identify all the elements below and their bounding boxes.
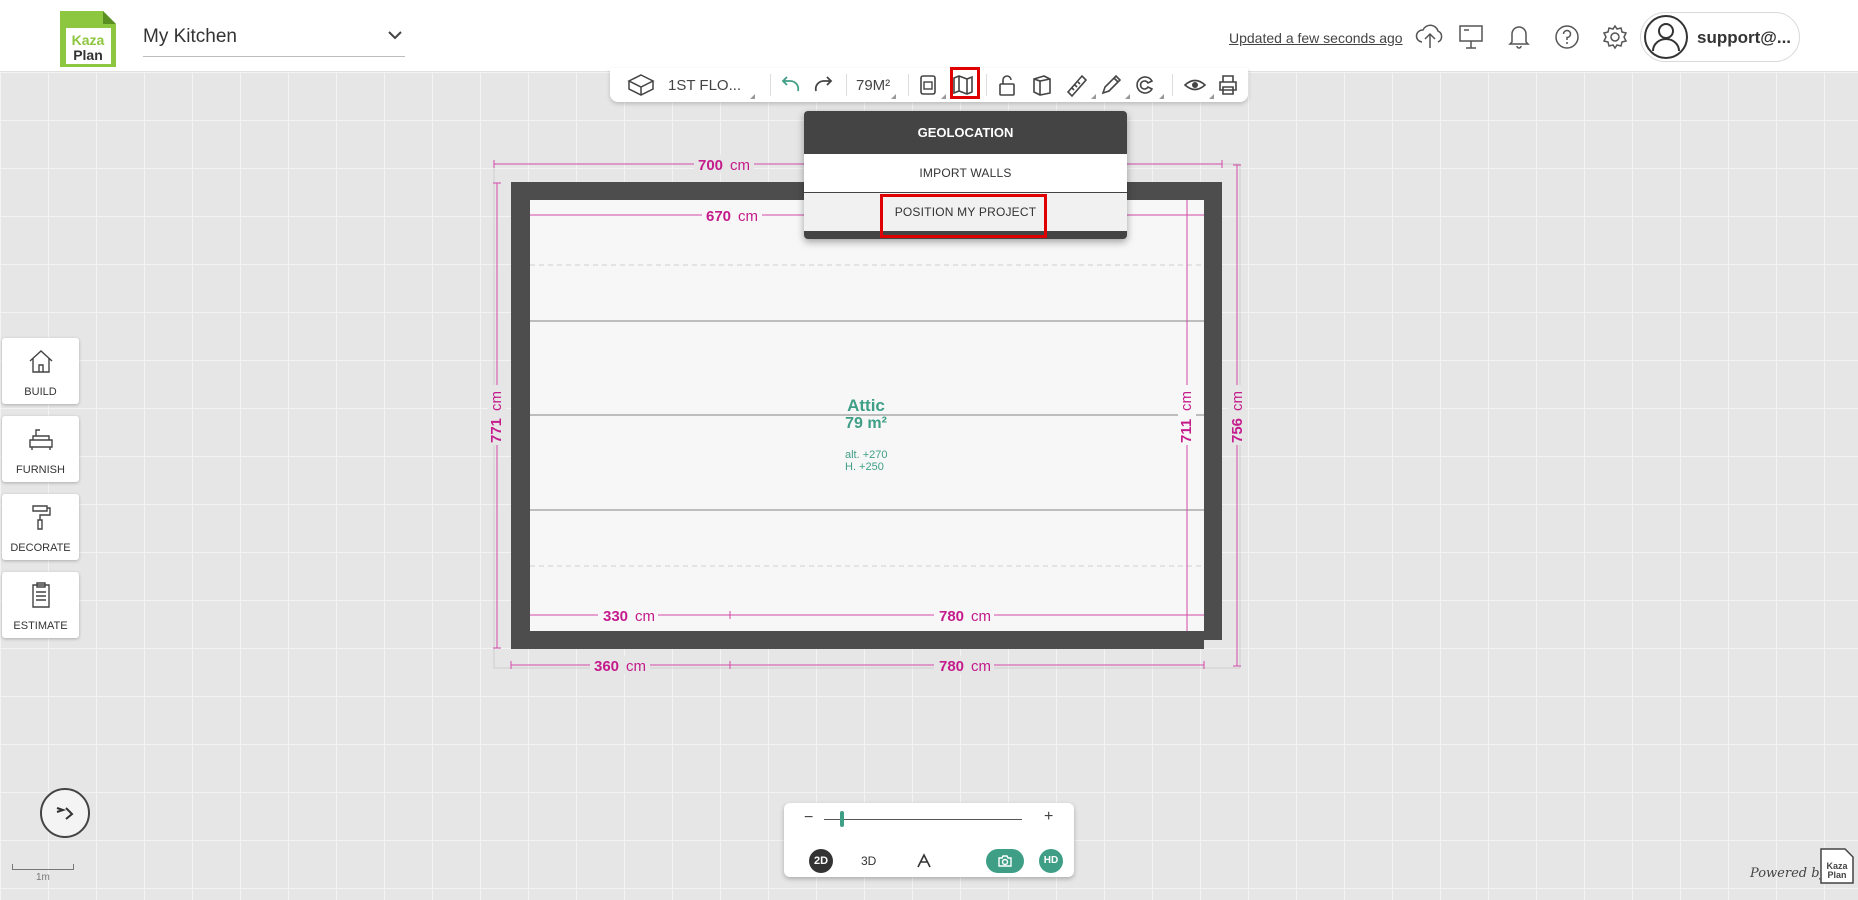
document-icon [920, 75, 936, 95]
unlock-icon [999, 75, 1015, 96]
view-2d-button[interactable]: 2D [809, 849, 833, 873]
pencil-icon [1101, 74, 1122, 95]
dim-unit: cm [488, 391, 505, 411]
sidebar-item-label: BUILD [24, 386, 57, 398]
dim-left-outer: 771 [488, 418, 505, 443]
dim-right-outer: 756 [1229, 418, 1246, 443]
dim-top-inner: 670 [706, 208, 731, 225]
room-area: 79 m² [845, 415, 887, 432]
measure-button[interactable] [1064, 72, 1096, 99]
cube-icon [1033, 75, 1051, 96]
redo-button[interactable] [810, 72, 836, 98]
scale-label: 1m [36, 872, 50, 883]
dim-right-inner: 711 [1178, 419, 1195, 443]
area-button[interactable]: 79M² [856, 72, 897, 99]
paint-roller-icon [32, 505, 51, 530]
floor-label: 1ST FLO... [668, 76, 742, 94]
compass-north-icon[interactable] [915, 852, 933, 870]
sidebar-item-build[interactable]: BUILD [2, 338, 79, 404]
redo-icon [814, 76, 833, 92]
area-label: 79M² [856, 76, 891, 94]
geolocation-menu-title: GEOLOCATION [917, 125, 1014, 140]
dim-unit: cm [1178, 391, 1195, 411]
import-walls-item[interactable]: IMPORT WALLS [804, 154, 1127, 192]
footer-logo-bottom: Plan [1827, 870, 1846, 880]
magnet-icon [1136, 76, 1154, 94]
view-3d-button[interactable]: 3D [861, 854, 876, 868]
printer-icon [1219, 75, 1237, 95]
house-icon [29, 350, 53, 373]
sidebar-item-furnish[interactable]: FURNISH [2, 416, 79, 482]
sidebar-item-label: ESTIMATE [13, 620, 68, 632]
sidebar-item-decorate[interactable]: DECORATE [2, 494, 79, 560]
snapshot-button[interactable] [986, 849, 1024, 873]
sidebar-item-label: FURNISH [16, 464, 65, 476]
zoom-slider-handle[interactable] [839, 811, 844, 827]
import-plan-button[interactable] [916, 72, 946, 99]
zoom-out-button[interactable]: − [804, 809, 813, 827]
draw-button[interactable] [1098, 72, 1130, 99]
dim-unit: cm [738, 208, 758, 225]
dim-unit: cm [626, 658, 646, 675]
print-button[interactable] [1216, 72, 1240, 98]
dim-unit: cm [1229, 391, 1246, 411]
compass-icon [56, 807, 74, 820]
dim-unit: cm [635, 608, 655, 625]
geolocation-highlight [950, 67, 980, 99]
kazaplan-footer-logo[interactable]: Kaza Plan [1819, 847, 1855, 885]
floor-selector[interactable]: 1ST FLO... [626, 72, 756, 99]
scale-bar [12, 864, 74, 870]
dim-unit: cm [730, 157, 750, 174]
layers-icon [627, 74, 655, 96]
ruler-icon [1066, 74, 1088, 98]
dim-unit: cm [971, 658, 991, 675]
dim-bottom-inner-left: 330 [603, 608, 628, 625]
lock-button[interactable] [995, 72, 1019, 98]
sofa-icon [29, 429, 53, 450]
room-name: Attic [847, 396, 885, 415]
zoom-in-button[interactable]: + [1044, 808, 1053, 826]
visibility-button[interactable] [1182, 72, 1214, 99]
view-panel: − + 2D 3D HD [784, 803, 1074, 877]
compass-button[interactable] [40, 788, 90, 838]
dim-bottom-inner-right: 780 [939, 608, 964, 625]
room-altitude: alt. +270 [845, 449, 888, 461]
dim-unit: cm [971, 608, 991, 625]
camera-icon [998, 855, 1012, 867]
position-my-project-highlight [880, 194, 1047, 238]
main-toolbar: 1ST FLO... 79M² [610, 68, 1248, 102]
room-height: H. +250 [845, 461, 884, 473]
dim-top-outer: 700 [698, 157, 723, 174]
eye-icon [1183, 79, 1207, 91]
dim-bottom-outer-right: 780 [939, 658, 964, 675]
undo-button[interactable] [778, 72, 804, 98]
hd-render-button[interactable]: HD [1039, 849, 1063, 873]
undo-icon [781, 76, 800, 92]
sidebar-item-label: DECORATE [10, 542, 71, 554]
walls-button[interactable] [1030, 72, 1054, 98]
sidebar-item-estimate[interactable]: ESTIMATE [2, 572, 79, 638]
clipboard-icon [32, 582, 50, 608]
zoom-slider[interactable] [824, 819, 1022, 820]
magnet-button[interactable] [1132, 72, 1164, 99]
dim-bottom-outer-left: 360 [594, 658, 619, 675]
powered-by-text: Powered by [1750, 866, 1827, 881]
